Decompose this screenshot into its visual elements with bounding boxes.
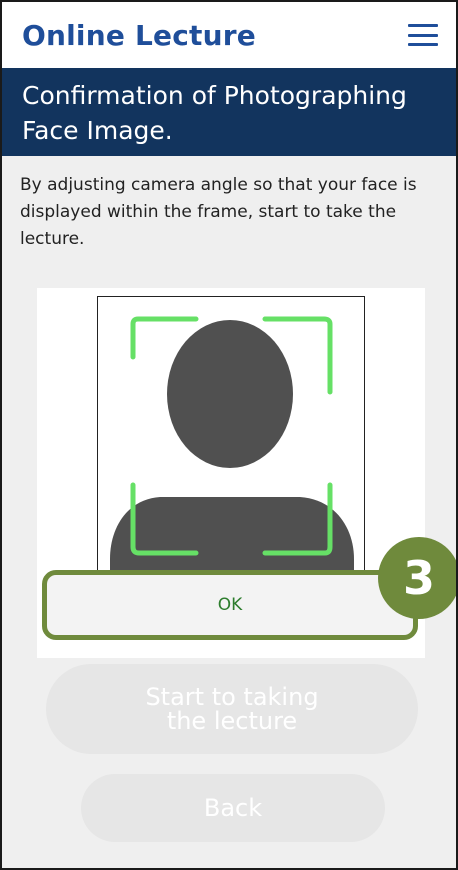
menu-line [408, 43, 438, 46]
page-title: Confirmation of Photographing Face Image… [2, 68, 456, 156]
hamburger-menu-icon[interactable] [408, 24, 438, 46]
main-content: OK 3 Start to taking the lecture Back [2, 270, 456, 868]
ok-button[interactable]: OK [42, 570, 418, 640]
menu-line [408, 33, 438, 37]
back-button[interactable]: Back [81, 774, 385, 842]
start-lecture-label: Start to taking the lecture [145, 683, 319, 735]
app-header: Online Lecture [2, 2, 456, 68]
step-number-badge: 3 [378, 537, 456, 619]
start-lecture-button[interactable]: Start to taking the lecture [46, 664, 418, 754]
app-title: Online Lecture [22, 18, 256, 52]
menu-line [408, 24, 438, 27]
camera-preview [97, 296, 365, 573]
instructions-text: By adjusting camera angle so that your f… [2, 156, 456, 270]
person-silhouette-icon [110, 316, 354, 572]
phone-screen: Online Lecture Confirmation of Photograp… [0, 0, 458, 870]
